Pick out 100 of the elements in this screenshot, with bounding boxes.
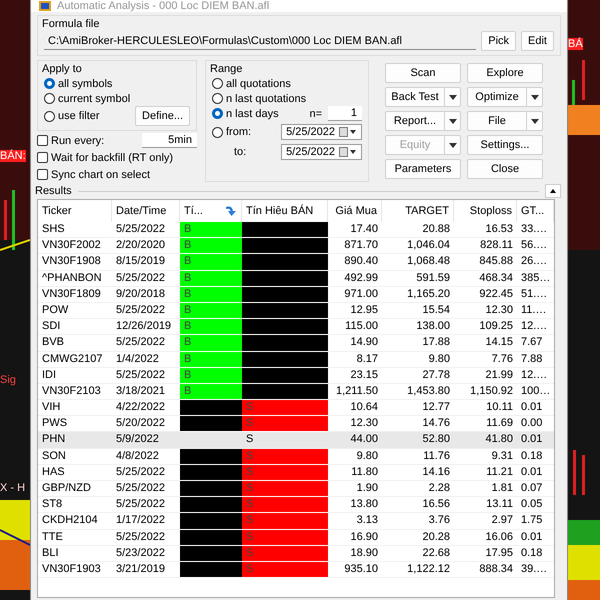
caret-icon[interactable] — [530, 94, 538, 100]
table-cell: TTE — [38, 530, 112, 546]
from-date-field[interactable]: 5/25/2022 — [281, 124, 362, 140]
signal-cell: B — [180, 368, 242, 384]
chart-label: X - H — [0, 482, 26, 494]
table-cell: 5/9/2022 — [112, 432, 180, 449]
checkbox[interactable]: Wait for backfill (RT only) — [37, 150, 174, 165]
action-button[interactable]: Report... — [385, 111, 461, 131]
to-label: to: — [234, 146, 246, 158]
action-button[interactable]: Back Test — [385, 87, 461, 107]
group-label: Apply to — [42, 63, 83, 75]
n-field[interactable]: 1 — [328, 106, 362, 121]
action-button[interactable]: Settings... — [467, 135, 543, 155]
action-button[interactable]: Close — [467, 159, 543, 179]
table-cell: 8.17 — [328, 352, 382, 368]
table-cell: 16.53 — [454, 222, 517, 238]
radio-button[interactable]: from: — [212, 124, 252, 140]
table-cell: 33.… — [517, 222, 554, 238]
table-cell: 12.… — [517, 319, 554, 336]
radio-button[interactable]: all symbols — [44, 76, 190, 91]
table-cell: 9.80 — [382, 352, 454, 368]
table-cell: 22.68 — [382, 546, 454, 562]
table-cell: 14.15 — [454, 335, 517, 352]
radio-button[interactable]: all quotations — [212, 76, 362, 91]
calendar-dropdown-icon[interactable] — [339, 147, 357, 157]
caret-icon[interactable] — [530, 118, 538, 124]
table-cell: 888.34 — [454, 562, 517, 578]
calendar-dropdown-icon[interactable] — [339, 127, 357, 137]
signal-cell: B — [180, 319, 242, 336]
table-cell: 11.76 — [382, 448, 454, 465]
table-cell: 1.90 — [328, 481, 382, 498]
define-button[interactable]: Define... — [135, 106, 190, 126]
table-cell: 2.28 — [382, 481, 454, 498]
table-cell: ^PHANBON — [38, 270, 112, 287]
radio-button[interactable]: n last quotations — [212, 91, 362, 106]
table-cell: 971.00 — [328, 286, 382, 303]
table-cell: 1,046.04 — [382, 238, 454, 254]
table-cell: 7.88 — [517, 352, 554, 368]
table-cell: 11.80 — [328, 464, 382, 481]
formula-button[interactable]: Edit — [521, 31, 554, 51]
table-cell: 1,150.92 — [454, 384, 517, 400]
table-cell: HAS — [38, 464, 112, 481]
caret-icon[interactable] — [448, 94, 456, 100]
group-label: Formula file — [42, 18, 100, 30]
formula-path-field[interactable]: C:\AmiBroker-HERCULESLEO\Formulas\Custom\000 Loc DIEM BAN.afl — [44, 32, 476, 50]
signal-cell: S — [242, 400, 328, 416]
action-button[interactable]: Scan — [385, 63, 461, 83]
table-cell: BVB — [38, 335, 112, 352]
table-cell: BLI — [38, 546, 112, 562]
table-cell: CMWG2107 — [38, 352, 112, 368]
radio-button[interactable]: current symbol — [44, 91, 190, 106]
signal-cell: B — [180, 238, 242, 254]
table-cell: 138.00 — [382, 319, 454, 336]
interval-field[interactable]: 5min — [142, 133, 197, 148]
table-cell: 13.80 — [328, 497, 382, 514]
collapse-button[interactable] — [545, 184, 561, 198]
table-cell: 20.28 — [382, 530, 454, 546]
table-cell: VN30F1809 — [38, 286, 112, 303]
sort-icon — [223, 205, 237, 217]
table-cell: 16.06 — [454, 530, 517, 546]
signal-cell: B — [180, 222, 242, 238]
action-button[interactable]: Parameters — [385, 159, 461, 179]
table-cell: 1,165.20 — [382, 286, 454, 303]
radio-button[interactable]: n last days — [212, 106, 279, 121]
window-title: Automatic Analysis - 000 Loc DIEM BAN.afl — [57, 0, 270, 12]
table-cell: 1,122.12 — [382, 562, 454, 578]
table-cell: 15.54 — [382, 302, 454, 320]
table-cell: 0.05 — [517, 497, 554, 514]
table-cell: 18.90 — [328, 546, 382, 562]
signal-cell: S — [242, 448, 328, 465]
caret-icon[interactable] — [448, 118, 456, 124]
signal-cell: S — [242, 546, 328, 562]
table-cell: VN30F2002 — [38, 238, 112, 254]
table-cell: 7.76 — [454, 352, 517, 368]
checkbox[interactable]: Sync chart on select — [37, 167, 150, 182]
table-cell: 0.18 — [517, 448, 554, 465]
chart-label: BÁN: — [0, 150, 26, 162]
table-cell: 890.40 — [328, 254, 382, 271]
action-button[interactable]: File — [467, 111, 543, 131]
table-cell: 3.13 — [328, 513, 382, 530]
table-cell: 14.90 — [328, 335, 382, 352]
to-date-field[interactable]: 5/25/2022 — [281, 144, 362, 160]
table-cell: 0.01 — [517, 432, 554, 449]
caret-up-icon[interactable] — [550, 189, 556, 193]
table-cell: 0.01 — [517, 400, 554, 416]
table-cell: 1,211.50 — [328, 384, 382, 400]
table-cell: SDI — [38, 319, 112, 336]
table-cell: 0.07 — [517, 481, 554, 498]
table-cell: 109.25 — [454, 319, 517, 336]
table-cell: 11.21 — [454, 464, 517, 481]
chart-label: BÁ — [568, 38, 583, 50]
radio-button[interactable]: use filter — [44, 108, 100, 124]
formula-button[interactable]: Pick — [481, 31, 516, 51]
signal-cell: S — [242, 481, 328, 498]
checkbox[interactable]: Run every: — [37, 133, 104, 148]
group-label: Range — [210, 63, 244, 75]
action-button[interactable]: Optimize — [467, 87, 543, 107]
n-label: n= — [309, 108, 322, 120]
table-cell: 16.56 — [382, 497, 454, 514]
action-button[interactable]: Explore — [467, 63, 543, 83]
